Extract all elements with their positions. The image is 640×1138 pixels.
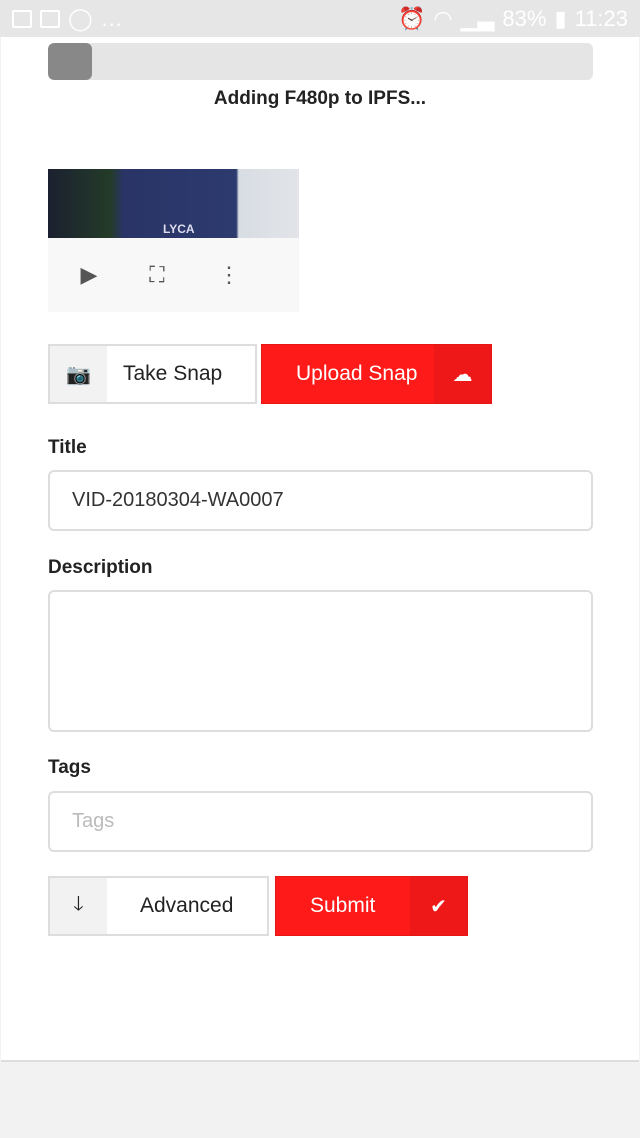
upload-progress-bar [48,43,593,80]
fullscreen-icon[interactable]: ⛶ [142,262,172,288]
camera-icon: 📷 [50,346,107,402]
upload-snap-button[interactable]: Upload Snap ☁ [261,344,492,404]
title-input[interactable]: VID-20180304-WA0007 [48,470,593,531]
check-icon: ✔ [410,877,467,935]
advanced-button[interactable]: 🡓 Advanced [48,876,269,936]
gallery-icon [12,9,32,28]
video-thumbnail: LYCA [48,169,299,238]
submit-button[interactable]: Submit ✔ [275,876,468,936]
gmail-icon [40,9,60,28]
description-textarea[interactable] [48,590,593,732]
status-bar: ◯… ⏰ ◠ ▁▃ 83% ▮ 11:23 [0,0,640,37]
cloud-upload-icon: ☁ [434,345,491,403]
progress-fill [48,43,92,80]
upload-page: Adding F480p to IPFS... LYCA ▶ ⛶ ⋮ 📷 Tak… [1,37,639,1062]
tags-input[interactable]: Tags [48,791,593,852]
battery-percent: 83% [502,5,547,31]
clock: 11:23 [574,5,628,31]
description-label: Description [48,557,153,578]
progress-message: Adding F480p to IPFS... [213,88,427,109]
wifi-icon: ◠ [433,5,453,31]
whatsapp-icon: ◯ [68,5,93,31]
alarm-icon: ⏰ [397,5,426,31]
title-label: Title [48,437,87,458]
play-icon[interactable]: ▶ [74,262,104,288]
more-vert-icon[interactable]: ⋮ [214,262,244,288]
arrow-down-icon: 🡓 [50,878,107,934]
signal-icon: ▁▃ [460,5,495,31]
battery-icon: ▮ [554,5,567,31]
tags-label: Tags [48,757,91,778]
video-player[interactable]: LYCA ▶ ⛶ ⋮ [48,169,299,312]
take-snap-button[interactable]: 📷 Take Snap [48,344,257,404]
